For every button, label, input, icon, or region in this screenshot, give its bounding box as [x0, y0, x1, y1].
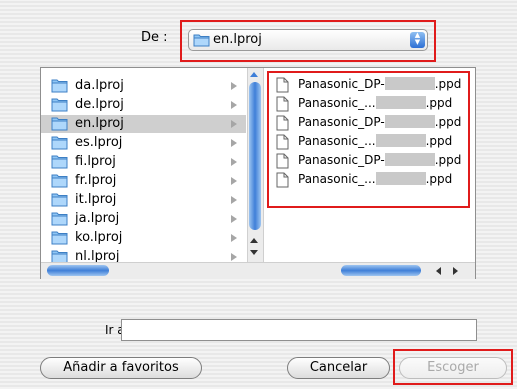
folder-icon	[51, 116, 68, 135]
folder-item-label: en.lproj	[75, 116, 124, 131]
scroll-left-icon[interactable]	[436, 267, 441, 275]
folder-icon	[51, 78, 68, 97]
goto-input[interactable]	[121, 319, 477, 341]
disclosure-triangle-icon	[231, 101, 237, 109]
folder-icon	[51, 211, 68, 230]
folder-item[interactable]: de.lproj	[41, 96, 246, 114]
disclosure-triangle-icon	[231, 215, 237, 223]
highlight-choose-box	[393, 349, 513, 385]
folder-item-label: nl.lproj	[75, 249, 120, 262]
folder-item-label: ko.lproj	[75, 230, 123, 245]
folder-item[interactable]: en.lproj	[41, 115, 246, 133]
scroll-up-icon[interactable]	[250, 238, 258, 243]
folder-item-label: fi.lproj	[75, 154, 116, 169]
folder-item[interactable]: it.lproj	[41, 191, 246, 209]
disclosure-triangle-icon	[231, 139, 237, 147]
disclosure-triangle-icon	[231, 234, 237, 242]
disclosure-triangle-icon	[231, 82, 237, 90]
folder-icon	[51, 173, 68, 192]
folder-item-label: ja.lproj	[75, 211, 120, 226]
folder-vertical-scrollbar[interactable]	[247, 68, 263, 262]
folder-scroll-thumb[interactable]	[249, 82, 261, 230]
scroll-up-arrow-icon[interactable]	[250, 72, 258, 77]
folder-icon	[51, 135, 68, 154]
disclosure-triangle-icon	[231, 253, 237, 261]
folder-item-label: es.lproj	[75, 135, 123, 150]
disclosure-triangle-icon	[231, 196, 237, 204]
folder-item[interactable]: nl.lproj	[41, 248, 246, 262]
horizontal-scrollbar[interactable]	[41, 262, 475, 279]
folder-item[interactable]: ko.lproj	[41, 229, 246, 247]
scroll-down-icon[interactable]	[250, 250, 258, 255]
highlight-location-box	[180, 20, 436, 62]
folder-item[interactable]: da.lproj	[41, 77, 246, 95]
disclosure-triangle-icon	[231, 120, 237, 128]
folder-item-label: da.lproj	[75, 78, 124, 93]
disclosure-triangle-icon	[231, 177, 237, 185]
folder-icon	[51, 230, 68, 249]
highlight-files-box	[267, 71, 470, 208]
folder-icon	[51, 154, 68, 173]
folder-item-label: fr.lproj	[75, 173, 117, 188]
disclosure-triangle-icon	[231, 158, 237, 166]
folder-icon	[51, 249, 68, 262]
folder-column: da.lproj de.lproj en.lproj es.lproj fi.lproj…	[41, 68, 264, 262]
horizontal-scroll-cap	[47, 265, 109, 276]
folder-icon	[51, 97, 68, 116]
cancel-button[interactable]: Cancelar	[287, 357, 390, 379]
scroll-right-icon[interactable]	[453, 267, 458, 275]
folder-item[interactable]: es.lproj	[41, 134, 246, 152]
folder-item[interactable]: fr.lproj	[41, 172, 246, 190]
folder-item[interactable]: ja.lproj	[41, 210, 246, 228]
folder-item-label: it.lproj	[75, 192, 117, 207]
folder-icon	[51, 192, 68, 211]
folder-item-label: de.lproj	[75, 97, 124, 112]
location-label: De :	[141, 30, 168, 45]
folder-item[interactable]: fi.lproj	[41, 153, 246, 171]
horizontal-scroll-thumb[interactable]	[341, 265, 421, 276]
add-favorites-button[interactable]: Añadir a favoritos	[40, 357, 202, 379]
